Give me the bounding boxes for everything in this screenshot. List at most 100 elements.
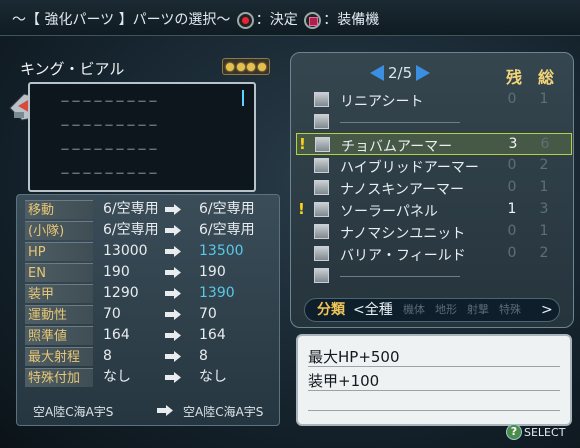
- empty-slot-line: [340, 276, 460, 277]
- stat-label: 移動: [25, 200, 93, 219]
- stats-panel: 移動 6/空専用 6/空専用 (小隊) 6/空専用 6/空専用 HP 13000 13500 EN…: [16, 194, 280, 426]
- parts-list-item[interactable]: ナノマシンユニット 0 1: [296, 221, 572, 243]
- stat-row: 運動性 70 70: [25, 305, 275, 324]
- part-icon: [314, 224, 329, 239]
- header: ～【 強化パーツ 】パーツの選択～ ：決定 ：装備機: [12, 9, 379, 29]
- category-next[interactable]: >: [541, 299, 553, 321]
- stat-after: 6/空専用: [199, 201, 255, 217]
- part-slot[interactable]: －－－－－－－－－: [60, 93, 210, 108]
- stat-after: 8: [199, 348, 208, 364]
- part-icon: [314, 158, 329, 173]
- stat-before: 8: [103, 348, 112, 364]
- part-icon: [315, 137, 330, 152]
- parts-list-item[interactable]: ナノスキンアーマー 0 1: [296, 177, 572, 199]
- stat-label: 運動性: [25, 305, 93, 324]
- parts-list-item[interactable]: [296, 265, 572, 287]
- description-rule: [308, 390, 560, 391]
- stat-before: なし: [103, 369, 131, 385]
- part-icon: [314, 268, 329, 283]
- part-icon: [314, 114, 329, 129]
- part-name: ソーラーパネル: [340, 204, 438, 220]
- part-slot[interactable]: －－－－－－－－－: [60, 117, 210, 132]
- stat-label: 最大射程: [25, 347, 93, 366]
- help-icon: ?: [506, 424, 522, 440]
- stat-before: 1290: [103, 285, 139, 301]
- part-name: チョバムアーマー: [341, 139, 453, 155]
- stat-row: 装甲 1290 1390: [25, 284, 275, 303]
- page-current: 2: [388, 64, 398, 82]
- arrow-right-icon: [165, 351, 181, 362]
- arrow-right-icon: [165, 246, 181, 257]
- stat-after: 1390: [199, 285, 235, 301]
- arrow-right-icon: [165, 330, 181, 341]
- stat-label: 特殊付加: [25, 368, 93, 387]
- parts-list-item[interactable]: バリア・フィールド 0 2: [296, 243, 572, 265]
- page-total: 5: [402, 64, 413, 82]
- part-total: 2: [539, 157, 549, 173]
- part-slot[interactable]: －－－－－－－－－: [60, 141, 210, 156]
- part-remaining: 1: [507, 201, 517, 217]
- arrow-right-icon: [165, 204, 181, 215]
- part-icon: [314, 246, 329, 261]
- stat-label: 照準値: [25, 326, 93, 345]
- part-remaining: 0: [507, 157, 517, 173]
- part-remaining: 3: [508, 136, 518, 152]
- category-option[interactable]: 射撃: [467, 299, 489, 321]
- category-current[interactable]: <全種: [353, 299, 393, 321]
- category-option[interactable]: 機体: [403, 299, 425, 321]
- select-label: SELECT: [524, 425, 566, 439]
- square-button-icon: [304, 11, 322, 29]
- part-total: 1: [539, 179, 549, 195]
- part-total: 3: [539, 201, 549, 217]
- stat-before: 190: [103, 264, 130, 280]
- stat-after: 164: [199, 327, 226, 343]
- stat-label: 装甲: [25, 284, 93, 303]
- star-icon: [257, 62, 266, 71]
- part-icon: [314, 202, 329, 217]
- category-option[interactable]: 特殊: [499, 299, 521, 321]
- star-icon: [247, 62, 256, 71]
- part-total: 1: [539, 91, 549, 107]
- stat-before: 70: [103, 306, 121, 322]
- equipped-parts-panel: －－－－－－－－－ －－－－－－－－－ －－－－－－－－－ －－－－－－－－－: [28, 82, 256, 192]
- terrain-before: 空A陸C海A宇S: [33, 405, 114, 419]
- description-rule: [308, 366, 560, 367]
- category-option[interactable]: 地形: [435, 299, 457, 321]
- confirm-label: ：決定: [255, 12, 298, 28]
- parts-list-item[interactable]: ハイブリッドアーマー 0 2: [296, 155, 572, 177]
- arrow-right-icon: [165, 225, 181, 236]
- part-name: バリア・フィールド: [340, 248, 466, 264]
- parts-list-item[interactable]: ! チョバムアーマー 3 6: [296, 133, 572, 155]
- parts-list-item[interactable]: ! ソーラーパネル 1 3: [296, 199, 572, 221]
- header-title: ～【 強化パーツ 】パーツの選択～: [12, 12, 231, 28]
- rank-stars: [222, 58, 270, 75]
- terrain-after: 空A陸C海A宇S: [183, 405, 264, 419]
- parts-list-item[interactable]: [296, 111, 572, 133]
- part-total: 1: [539, 223, 549, 239]
- stat-row: EN 190 190: [25, 263, 275, 282]
- stat-row: 移動 6/空専用 6/空専用: [25, 200, 275, 219]
- star-icon: [236, 62, 245, 71]
- equipped-label: ：装備機: [323, 12, 380, 28]
- description-rule: [308, 410, 560, 411]
- part-remaining: 0: [507, 91, 517, 107]
- stat-after: なし: [199, 369, 227, 385]
- stat-before: 6/空専用: [103, 222, 159, 238]
- column-remaining: 残: [506, 68, 523, 87]
- stat-row: HP 13000 13500: [25, 242, 275, 261]
- arrow-right-icon: [165, 267, 181, 278]
- select-hint: ? SELECT: [506, 424, 565, 440]
- stat-row: (小隊) 6/空専用 6/空専用: [25, 221, 275, 240]
- category-bar[interactable]: 分類 <全種 機体 地形 射撃 特殊 >: [304, 298, 560, 322]
- part-slot[interactable]: －－－－－－－－－: [60, 165, 210, 180]
- stat-before: 164: [103, 327, 130, 343]
- slot-cursor: [234, 90, 244, 106]
- stat-row: 照準値 164 164: [25, 326, 275, 345]
- alert-icon: !: [299, 135, 306, 153]
- circle-button-icon: [236, 11, 254, 29]
- arrow-right-icon: [165, 372, 181, 383]
- part-icon: [314, 180, 329, 195]
- page-prev-icon[interactable]: [370, 65, 384, 81]
- parts-list-item[interactable]: リニアシート 0 1: [296, 89, 572, 111]
- page-next-icon[interactable]: [416, 65, 431, 81]
